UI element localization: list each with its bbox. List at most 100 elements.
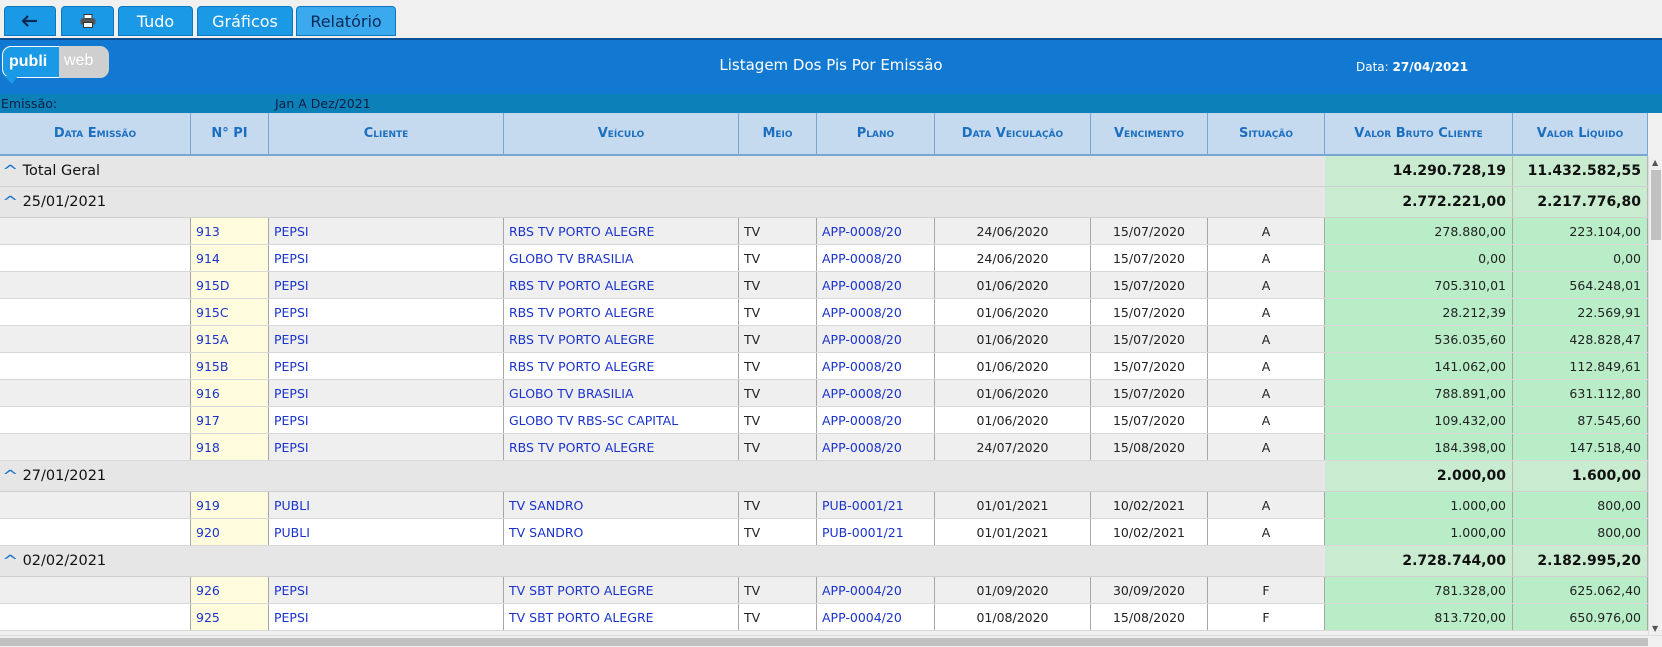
cell-veiculo[interactable]: RBS TV PORTO ALEGRE: [504, 326, 739, 352]
cell-pi[interactable]: 918: [191, 434, 269, 460]
group-row-title: 27/01/2021: [22, 468, 107, 484]
cell-veiculo[interactable]: TV SANDRO: [504, 492, 739, 518]
cell-pi[interactable]: 915A: [191, 326, 269, 352]
cell-pi[interactable]: 915D: [191, 272, 269, 298]
cell-veiculo[interactable]: RBS TV PORTO ALEGRE: [504, 434, 739, 460]
tab-relatorio[interactable]: Relatório: [296, 6, 396, 36]
group-row-label[interactable]: ^ 25/01/2021: [2, 187, 106, 217]
total-geral-row[interactable]: ^ Total Geral 14.290.728,19 11.432.582,55: [0, 156, 1648, 187]
table-row[interactable]: 913 PEPSI RBS TV PORTO ALEGRE TV APP-0008/20…: [0, 218, 1648, 245]
cell-plano[interactable]: APP-0008/20: [817, 326, 935, 352]
cell-plano[interactable]: PUB-0001/21: [817, 519, 935, 545]
print-button[interactable]: [61, 6, 114, 36]
table-row[interactable]: 919 PUBLI TV SANDRO TV PUB-0001/21 01/01/2021…: [0, 492, 1648, 519]
table-row[interactable]: 915D PEPSI RBS TV PORTO ALEGRE TV APP-0008/2…: [0, 272, 1648, 299]
table-row[interactable]: 926 PEPSI TV SBT PORTO ALEGRE TV APP-0004/20…: [0, 577, 1648, 604]
column-header-veiculacao[interactable]: Data Veiculação: [935, 113, 1091, 154]
tab-graficos[interactable]: Gráficos: [197, 6, 293, 36]
cell-pi[interactable]: 915C: [191, 299, 269, 325]
chevron-up-icon[interactable]: ^: [2, 162, 18, 180]
group-row-label[interactable]: ^ 02/02/2021: [2, 546, 106, 576]
cell-cliente[interactable]: PEPSI: [269, 577, 504, 603]
cell-plano[interactable]: APP-0008/20: [817, 299, 935, 325]
cell-veiculo[interactable]: TV SBT PORTO ALEGRE: [504, 577, 739, 603]
chevron-up-icon[interactable]: ^: [2, 467, 18, 485]
cell-veiculo[interactable]: RBS TV PORTO ALEGRE: [504, 218, 739, 244]
group-row[interactable]: ^ 02/02/2021 2.728.744,00 2.182.995,20: [0, 546, 1648, 577]
cell-pi[interactable]: 919: [191, 492, 269, 518]
table-row[interactable]: 915C PEPSI RBS TV PORTO ALEGRE TV APP-0008/2…: [0, 299, 1648, 326]
cell-veiculo[interactable]: TV SANDRO: [504, 519, 739, 545]
cell-pi[interactable]: 926: [191, 577, 269, 603]
table-row[interactable]: 920 PUBLI TV SANDRO TV PUB-0001/21 01/01/2021…: [0, 519, 1648, 546]
column-header-meio[interactable]: Meio: [739, 113, 817, 154]
group-row-label[interactable]: ^ 27/01/2021: [2, 461, 107, 491]
table-row[interactable]: 915A PEPSI RBS TV PORTO ALEGRE TV APP-0008/2…: [0, 326, 1648, 353]
cell-pi[interactable]: 913: [191, 218, 269, 244]
cell-veiculo[interactable]: RBS TV PORTO ALEGRE: [504, 299, 739, 325]
column-header-vencimento[interactable]: Vencimento: [1091, 113, 1208, 154]
cell-veiculo[interactable]: GLOBO TV RBS-SC CAPITAL: [504, 407, 739, 433]
chevron-up-icon[interactable]: ^: [2, 552, 18, 570]
cell-pi[interactable]: 915B: [191, 353, 269, 379]
column-header-situacao[interactable]: Situação: [1208, 113, 1325, 154]
tab-tudo[interactable]: Tudo: [118, 6, 193, 36]
cell-cliente[interactable]: PEPSI: [269, 380, 504, 406]
cell-pi[interactable]: 925: [191, 604, 269, 630]
cell-veiculo[interactable]: GLOBO TV BRASILIA: [504, 245, 739, 271]
table-row[interactable]: 918 PEPSI RBS TV PORTO ALEGRE TV APP-0008/20…: [0, 434, 1648, 461]
cell-plano[interactable]: APP-0008/20: [817, 407, 935, 433]
cell-cliente[interactable]: PEPSI: [269, 434, 504, 460]
scroll-up-icon[interactable]: ▲: [1652, 158, 1658, 167]
cell-plano[interactable]: PUB-0001/21: [817, 492, 935, 518]
horizontal-scroll-thumb[interactable]: [0, 638, 1648, 646]
cell-cliente[interactable]: PEPSI: [269, 245, 504, 271]
table-row[interactable]: 915B PEPSI RBS TV PORTO ALEGRE TV APP-0008/2…: [0, 353, 1648, 380]
cell-pi[interactable]: 917: [191, 407, 269, 433]
total-geral-row-label[interactable]: ^ Total Geral: [2, 156, 100, 186]
column-header-liquido[interactable]: Valor Líquido: [1513, 113, 1648, 154]
cell-cliente[interactable]: PEPSI: [269, 272, 504, 298]
cell-pi[interactable]: 916: [191, 380, 269, 406]
column-header-veiculo[interactable]: Veículo: [504, 113, 739, 154]
vertical-scrollbar[interactable]: ▲ ▼: [1648, 156, 1662, 635]
back-button[interactable]: [4, 6, 56, 36]
cell-plano[interactable]: APP-0008/20: [817, 380, 935, 406]
cell-plano[interactable]: APP-0008/20: [817, 272, 935, 298]
cell-cliente[interactable]: PEPSI: [269, 218, 504, 244]
chevron-up-icon[interactable]: ^: [2, 193, 18, 211]
cell-plano[interactable]: APP-0008/20: [817, 245, 935, 271]
horizontal-scrollbar[interactable]: [0, 635, 1662, 647]
vertical-scroll-thumb[interactable]: [1651, 170, 1661, 240]
cell-veiculo[interactable]: RBS TV PORTO ALEGRE: [504, 272, 739, 298]
column-header-plano[interactable]: Plano: [817, 113, 935, 154]
cell-cliente[interactable]: PEPSI: [269, 299, 504, 325]
group-row[interactable]: ^ 25/01/2021 2.772.221,00 2.217.776,80: [0, 187, 1648, 218]
column-header-bruto[interactable]: Valor Bruto Cliente: [1325, 113, 1513, 154]
table-row[interactable]: 916 PEPSI GLOBO TV BRASILIA TV APP-0008/20 01…: [0, 380, 1648, 407]
cell-cliente[interactable]: PEPSI: [269, 353, 504, 379]
cell-cliente[interactable]: PUBLI: [269, 519, 504, 545]
cell-plano[interactable]: APP-0008/20: [817, 353, 935, 379]
cell-cliente[interactable]: PEPSI: [269, 407, 504, 433]
cell-veiculo[interactable]: GLOBO TV BRASILIA: [504, 380, 739, 406]
column-header-pi[interactable]: N° PI: [191, 113, 269, 154]
cell-veiculo[interactable]: TV SBT PORTO ALEGRE: [504, 604, 739, 630]
table-row[interactable]: 925 PEPSI TV SBT PORTO ALEGRE TV APP-0004/20…: [0, 604, 1648, 631]
cell-plano[interactable]: APP-0004/20: [817, 577, 935, 603]
cell-pi[interactable]: 914: [191, 245, 269, 271]
cell-plano[interactable]: APP-0008/20: [817, 434, 935, 460]
group-row[interactable]: ^ 27/01/2021 2.000,00 1.600,00: [0, 461, 1648, 492]
column-header-emissao[interactable]: Data Emissão: [0, 113, 191, 154]
cell-veiculo[interactable]: RBS TV PORTO ALEGRE: [504, 353, 739, 379]
table-row[interactable]: 917 PEPSI GLOBO TV RBS-SC CAPITAL TV APP-000…: [0, 407, 1648, 434]
cell-cliente[interactable]: PUBLI: [269, 492, 504, 518]
table-row[interactable]: 914 PEPSI GLOBO TV BRASILIA TV APP-0008/20 24…: [0, 245, 1648, 272]
cell-plano[interactable]: APP-0004/20: [817, 604, 935, 630]
column-header-cliente[interactable]: Cliente: [269, 113, 504, 154]
cell-pi[interactable]: 920: [191, 519, 269, 545]
cell-cliente[interactable]: PEPSI: [269, 604, 504, 630]
cell-plano[interactable]: APP-0008/20: [817, 218, 935, 244]
scroll-down-icon[interactable]: ▼: [1652, 624, 1658, 633]
cell-cliente[interactable]: PEPSI: [269, 326, 504, 352]
